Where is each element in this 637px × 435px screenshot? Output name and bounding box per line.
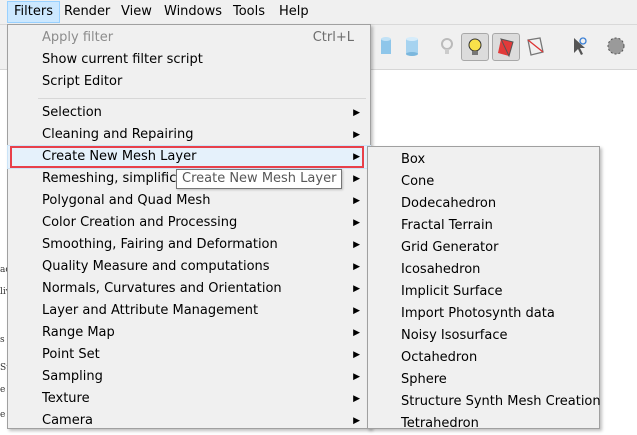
menu-item-apply-filter[interactable]: Apply filter Ctrl+L — [8, 27, 370, 49]
submenu-arrow-icon: ▶ — [353, 174, 360, 184]
submenu-item-grid-generator[interactable]: Grid Generator — [368, 237, 599, 259]
menu-item-texture[interactable]: Texture ▶ — [8, 388, 370, 410]
wireframe-box-icon[interactable] — [522, 33, 548, 59]
submenu-arrow-icon: ▶ — [353, 284, 360, 294]
submenu-arrow-icon: ▶ — [353, 240, 360, 250]
submenu-item-icosahedron[interactable]: Icosahedron — [368, 259, 599, 281]
shortcut-label: Ctrl+L — [312, 30, 354, 45]
create-mesh-layer-submenu: Box Cone Dodecahedron Fractal Terrain Gr… — [367, 146, 601, 431]
menu-separator — [38, 98, 366, 99]
filters-menu: Apply filter Ctrl+L Show current filter … — [7, 24, 371, 429]
menu-item-create-new-mesh-layer[interactable]: Create New Mesh Layer ▶ — [7, 145, 371, 169]
submenu-item-box[interactable]: Box — [368, 149, 599, 171]
menu-item-polygonal-quad-mesh[interactable]: Polygonal and Quad Mesh ▶ — [8, 190, 370, 212]
submenu-arrow-icon: ▶ — [353, 196, 360, 206]
menu-filters[interactable]: Filters — [7, 1, 60, 23]
menu-item-normals-curvatures[interactable]: Normals, Curvatures and Orientation ▶ — [8, 278, 370, 300]
menu-view[interactable]: View — [115, 2, 158, 22]
submenu-arrow-icon: ▶ — [353, 130, 360, 140]
submenu-arrow-icon: ▶ — [353, 152, 360, 162]
clipped-text: e — [0, 385, 6, 395]
menu-bar: Filters Render View Windows Tools Help — [0, 0, 637, 25]
submenu-arrow-icon: ▶ — [353, 108, 360, 118]
menu-item-show-filter-script[interactable]: Show current filter script — [8, 49, 370, 71]
menu-render[interactable]: Render — [58, 2, 116, 22]
submenu-item-cone[interactable]: Cone — [368, 171, 599, 193]
menu-item-selection[interactable]: Selection ▶ — [8, 102, 370, 124]
submenu-item-sphere[interactable]: Sphere — [368, 369, 599, 391]
clipped-text: s — [0, 335, 5, 345]
submenu-arrow-icon: ▶ — [353, 350, 360, 360]
backface-red-icon[interactable] — [492, 33, 520, 61]
clipped-text: e — [0, 410, 6, 420]
submenu-arrow-icon: ▶ — [353, 262, 360, 272]
submenu-item-structure-synth[interactable]: Structure Synth Mesh Creation — [368, 391, 601, 413]
cylinder-smooth-icon[interactable] — [400, 33, 426, 59]
menu-item-point-set[interactable]: Point Set ▶ — [8, 344, 370, 366]
menu-item-smoothing[interactable]: Smoothing, Fairing and Deformation ▶ — [8, 234, 370, 256]
submenu-item-dodecahedron[interactable]: Dodecahedron — [368, 193, 599, 215]
menu-tooltip: Create New Mesh Layer — [176, 169, 343, 189]
menu-item-quality-measure[interactable]: Quality Measure and computations ▶ — [8, 256, 370, 278]
submenu-arrow-icon: ▶ — [353, 306, 360, 316]
submenu-item-tetrahedron[interactable]: Tetrahedron — [368, 413, 599, 435]
submenu-item-fractal-terrain[interactable]: Fractal Terrain — [368, 215, 599, 237]
menu-item-cleaning-repairing[interactable]: Cleaning and Repairing ▶ — [8, 124, 370, 146]
menu-item-sampling[interactable]: Sampling ▶ — [8, 366, 370, 388]
submenu-item-import-photosynth[interactable]: Import Photosynth data — [368, 303, 599, 325]
menu-item-layer-attribute[interactable]: Layer and Attribute Management ▶ — [8, 300, 370, 322]
pick-cursor-icon[interactable] — [566, 33, 592, 59]
submenu-item-noisy-isosurface[interactable]: Noisy Isosurface — [368, 325, 599, 347]
submenu-arrow-icon: ▶ — [353, 328, 360, 338]
menu-item-script-editor[interactable]: Script Editor — [8, 71, 370, 93]
menu-tools[interactable]: Tools — [227, 2, 271, 22]
submenu-item-implicit-surface[interactable]: Implicit Surface — [368, 281, 599, 303]
submenu-item-octahedron[interactable]: Octahedron — [368, 347, 599, 369]
submenu-arrow-icon: ▶ — [353, 218, 360, 228]
menu-item-color-creation[interactable]: Color Creation and Processing ▶ — [8, 212, 370, 234]
light-bulb-icon[interactable] — [461, 33, 489, 61]
cylinder-shaded-icon[interactable] — [372, 33, 398, 59]
menu-help[interactable]: Help — [273, 2, 315, 22]
submenu-arrow-icon: ▶ — [353, 372, 360, 382]
menu-item-range-map[interactable]: Range Map ▶ — [8, 322, 370, 344]
lamp-off-icon[interactable] — [434, 33, 460, 59]
texture-sphere-icon[interactable] — [603, 33, 629, 59]
menu-windows[interactable]: Windows — [158, 2, 228, 22]
submenu-arrow-icon: ▶ — [353, 394, 360, 404]
